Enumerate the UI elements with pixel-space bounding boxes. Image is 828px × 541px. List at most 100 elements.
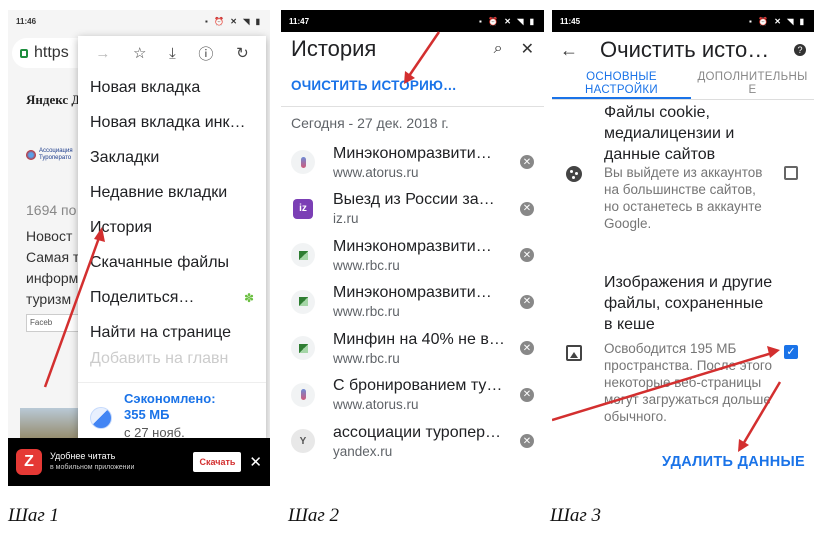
facebook-share-button[interactable]: Faceb xyxy=(26,314,86,332)
history-item[interactable]: iz Выезд из России за… iz.ru ✕ xyxy=(281,186,544,233)
history-item-url: www.atorus.ru xyxy=(333,164,419,180)
close-icon[interactable]: ✕ xyxy=(521,39,534,59)
zen-logo-icon: Z xyxy=(16,449,42,475)
yandex-favicon-icon: Y xyxy=(291,429,315,454)
settings-tabs: ОСНОВНЫЕ НАСТРОЙКИ ДОПОЛНИТЕЛЬНЫ Е xyxy=(552,68,814,100)
banner-title: Удобнее читать xyxy=(50,451,116,461)
cache-option-title: Изображения и другие файлы, сохраненные … xyxy=(604,274,773,333)
status-bar: 11:47 ▪ ⏰ ✕ ◥ ▮ xyxy=(281,10,544,32)
history-header: История ⌕ ✕ xyxy=(281,32,544,66)
menu-item-add-to-home[interactable]: Добавить на главн xyxy=(78,350,266,368)
status-bar: 11:45 ▪ ⏰ ✕ ◥ ▮ xyxy=(552,10,814,32)
menu-item-label: Недавние вкладки xyxy=(90,183,228,201)
menu-item-label: Закладки xyxy=(90,148,160,166)
association-name: Ассоциация Туроперато xyxy=(39,148,73,161)
cookie-option-description: Вы выйдете из аккаунтов на большинстве с… xyxy=(604,165,763,231)
remove-icon[interactable]: ✕ xyxy=(520,341,534,356)
status-icons: ▪ ⏰ ✕ ◥ ▮ xyxy=(479,16,536,26)
back-arrow-icon[interactable]: ← xyxy=(560,40,600,61)
association-logo: Ассоциация Туроперато xyxy=(26,148,81,162)
menu-item-downloads[interactable]: Скачанные файлы xyxy=(78,245,266,280)
status-icons: ▪ ⏰ ✕ ◥ ▮ xyxy=(749,16,806,26)
menu-item-label: Новая вкладка xyxy=(90,78,201,96)
rbc-favicon-icon xyxy=(291,243,315,268)
history-item-title: Минэкономразвити… xyxy=(333,144,492,162)
history-item[interactable]: С бронированием ту… www.atorus.ru ✕ xyxy=(281,372,544,419)
history-item-url: www.rbc.ru xyxy=(333,257,400,273)
menu-item-recent-tabs[interactable]: Недавние вкладки xyxy=(78,175,266,210)
step3-caption: Шаг 3 xyxy=(550,505,601,526)
close-icon[interactable]: ✕ xyxy=(249,453,262,471)
news-line-1: Новост xyxy=(26,228,73,244)
status-time: 11:46 xyxy=(16,16,37,26)
data-saver-amount: Сэкономлено: 355 МБ xyxy=(124,391,216,422)
menu-toolbar: → ☆ ⤓ ⓘ ↻ xyxy=(78,36,266,70)
history-item-title: Выезд из России за… xyxy=(333,191,495,209)
rbc-favicon-icon xyxy=(291,289,315,314)
menu-item-bookmarks[interactable]: Закладки xyxy=(78,140,266,175)
cookie-checkbox[interactable] xyxy=(784,166,798,180)
data-saver-summary[interactable]: Сэкономлено: 355 МБ с 27 нояб. xyxy=(78,382,266,440)
remove-icon[interactable]: ✕ xyxy=(520,155,534,170)
menu-item-new-tab[interactable]: Новая вкладка xyxy=(78,70,266,105)
history-item-title: Минфин на 40% не в… xyxy=(333,330,505,348)
atorus-favicon-icon xyxy=(291,150,315,175)
history-date-header: Сегодня - 27 дек. 2018 г. xyxy=(291,115,449,131)
cache-checkbox[interactable]: ✓ xyxy=(784,345,798,359)
tab-advanced[interactable]: ДОПОЛНИТЕЛЬНЫ Е xyxy=(691,68,814,99)
image-icon xyxy=(566,345,582,361)
history-item-title: С бронированием ту… xyxy=(333,377,503,395)
star-icon[interactable]: ☆ xyxy=(133,44,146,62)
rbc-favicon-icon xyxy=(291,336,315,361)
lock-icon xyxy=(20,48,28,58)
info-icon[interactable]: ⓘ xyxy=(198,43,213,64)
step1-screenshot: 11:46 ▪ ⏰ ✕ ◥ ▮ https Яндекс Дз Ассоциац… xyxy=(8,10,270,486)
browser-menu: → ☆ ⤓ ⓘ ↻ Новая вкладка Новая вкладка ин… xyxy=(78,36,266,440)
step1-caption: Шаг 1 xyxy=(8,505,59,526)
history-item[interactable]: Минэкономразвити… www.rbc.ru ✕ xyxy=(281,279,544,326)
banner-subtitle: в мобильном приложении xyxy=(50,464,135,471)
remove-icon[interactable]: ✕ xyxy=(520,294,534,309)
page-title: История xyxy=(291,36,377,61)
cookie-option-title: Файлы cookie, медиалицензии и данные сай… xyxy=(604,104,735,163)
menu-item-find-in-page[interactable]: Найти на странице xyxy=(78,315,266,350)
history-item[interactable]: Минфин на 40% не в… www.rbc.ru ✕ xyxy=(281,325,544,372)
history-item-url: iz.ru xyxy=(333,211,359,227)
download-app-button[interactable]: Скачать xyxy=(193,452,242,472)
app-promo-banner: Z Удобнее читать в мобильном приложении … xyxy=(8,438,270,486)
remove-icon[interactable]: ✕ xyxy=(520,434,534,449)
step3-screenshot: 11:45 ▪ ⏰ ✕ ◥ ▮ ← Очистить исто… ? ОСНОВ… xyxy=(552,10,814,486)
history-item-url: www.rbc.ru xyxy=(333,304,400,320)
data-saver-icon xyxy=(90,407,112,429)
history-item[interactable]: Минэкономразвити… www.atorus.ru ✕ xyxy=(281,139,544,186)
status-time: 11:47 xyxy=(289,16,310,26)
history-item-title: Минэкономразвити… xyxy=(333,284,492,302)
tab-basic[interactable]: ОСНОВНЫЕ НАСТРОЙКИ xyxy=(552,68,691,99)
menu-item-share[interactable]: Поделиться… ✽ xyxy=(78,280,266,315)
remove-icon[interactable]: ✕ xyxy=(520,248,534,263)
status-time: 11:45 xyxy=(560,16,581,26)
url-text: https xyxy=(34,44,69,61)
remove-icon[interactable]: ✕ xyxy=(520,387,534,402)
delete-data-button[interactable]: УДАЛИТЬ ДАННЫЕ xyxy=(662,454,805,470)
page-title: Очистить исто… xyxy=(600,37,770,62)
download-icon[interactable]: ⤓ xyxy=(169,45,176,62)
post-count: 1694 по xyxy=(26,202,77,218)
help-icon[interactable]: ? xyxy=(794,44,806,56)
refresh-icon[interactable]: ↻ xyxy=(236,44,249,62)
history-item[interactable]: Минэкономразвити… www.rbc.ru ✕ xyxy=(281,232,544,279)
menu-item-history[interactable]: История xyxy=(78,210,266,245)
news-line-4: туризм xyxy=(26,291,72,307)
cache-option-description: Освободится 195 МБ пространства. После э… xyxy=(604,341,773,424)
new-badge-icon: ✽ xyxy=(243,290,254,305)
menu-item-new-incognito-tab[interactable]: Новая вкладка инк… xyxy=(78,105,266,140)
clear-history-button[interactable]: ОЧИСТИТЬ ИСТОРИЮ… xyxy=(281,66,544,104)
search-icon[interactable]: ⌕ xyxy=(494,40,503,58)
status-icons: ▪ ⏰ ✕ ◥ ▮ xyxy=(205,16,262,26)
arrow-forward-icon[interactable]: → xyxy=(95,45,110,62)
status-bar: 11:46 ▪ ⏰ ✕ ◥ ▮ xyxy=(8,10,270,32)
step2-caption: Шаг 2 xyxy=(288,505,339,526)
menu-item-label: Новая вкладка инк… xyxy=(90,113,246,131)
remove-icon[interactable]: ✕ xyxy=(520,201,534,216)
history-item[interactable]: Y ассоциации туропер… yandex.ru ✕ xyxy=(281,418,544,465)
